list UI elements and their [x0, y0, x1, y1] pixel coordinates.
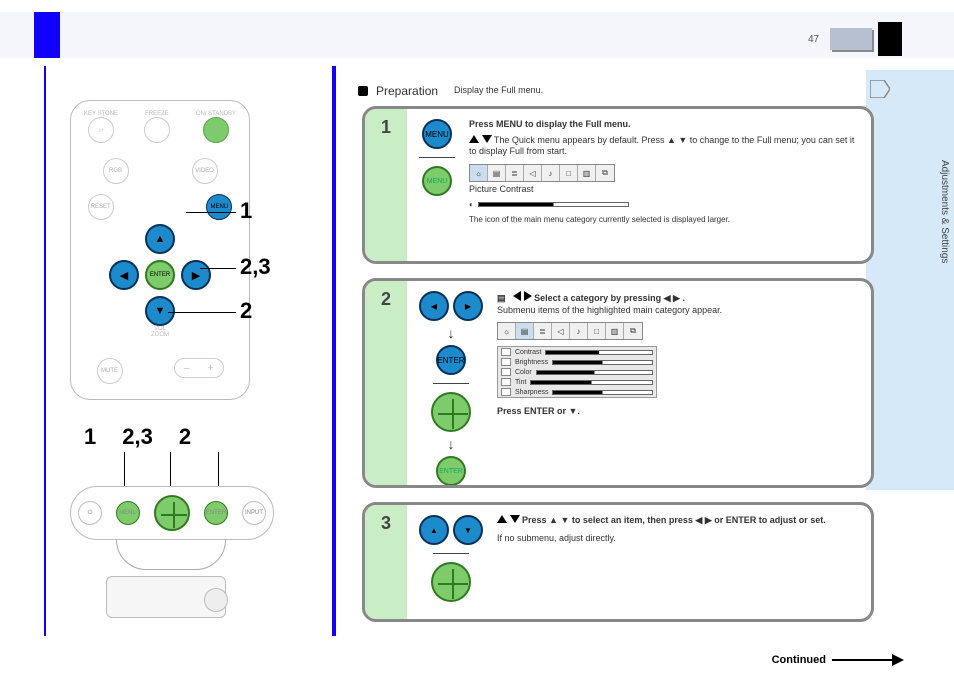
standby-button[interactable]: ⏻: [203, 117, 229, 143]
panel-callouts: 1 2,3 2: [84, 424, 191, 450]
page-black-tab: [878, 22, 902, 56]
rgb-button[interactable]: RGB: [103, 158, 129, 184]
joy-icon-green: [431, 392, 471, 432]
leader-1: [186, 212, 236, 213]
step-2-submenu: Contrast Brightness Color Tint Sharpness: [497, 346, 657, 398]
page-badge: [830, 28, 872, 50]
control-panel: ⏻ MENU ENTER INPUT: [70, 486, 274, 540]
left-arrow-icon: ◀: [419, 291, 449, 321]
step-3-buttons: ▲ ▼: [419, 515, 483, 602]
freeze-button[interactable]: [144, 117, 170, 143]
down-arrow-icon: ▼: [453, 515, 483, 545]
step-2-title-a: ▤ Select a category by pressing ◀ ▶ .: [497, 291, 859, 305]
remote-control: KEY STONE▱ FREEZE ON/ STANDBY⏻ RGB VIDEO…: [70, 100, 250, 400]
step-2-menu-strip: ☼▤≣◁♪□▥⧉: [497, 322, 643, 340]
continued-arrow-icon: [832, 659, 902, 661]
panel-joy[interactable]: [154, 495, 190, 531]
square-bullet-icon: [358, 86, 368, 96]
step-3-num: 3: [381, 513, 391, 534]
reset-button[interactable]: RESET: [88, 194, 114, 220]
step-1-buttons: MENU MENU: [419, 119, 455, 196]
enter-icon-green: ENTER: [436, 456, 466, 486]
panel-menu[interactable]: MENU: [116, 501, 140, 525]
dpad-down[interactable]: ▼: [145, 296, 175, 326]
keystone-button[interactable]: ▱: [88, 117, 114, 143]
panel-callout-23: 2,3: [122, 424, 153, 450]
leader-3: [168, 312, 236, 313]
preparation-text: Display the Full menu.: [454, 85, 543, 97]
panel-power[interactable]: ⏻: [78, 501, 102, 525]
zoom-plus[interactable]: +: [199, 363, 223, 374]
mute-button[interactable]: MUTE: [97, 358, 123, 384]
right-arrow-icon: ▶: [453, 291, 483, 321]
zoom-pill: – +: [174, 358, 224, 378]
zoom-label: ZOOM: [71, 332, 249, 338]
step-2-card: 2 ◀ ▶ ↓ ENTER ↓ ENTER ▤ Select a categor: [362, 278, 874, 488]
step-1-menu-strip: ☼▤≣◁♪□▥⧉: [469, 164, 615, 182]
step-1-note-b: The Quick menu appears by default. Press…: [469, 135, 859, 158]
projector-illustration: [96, 566, 236, 622]
divider-inner: [332, 66, 336, 636]
arrow-down-icon-2: ↓: [448, 436, 455, 452]
dpad-up[interactable]: ▲: [145, 224, 175, 254]
leader-2: [200, 268, 236, 269]
continued-footer: Continued: [772, 654, 902, 666]
dpad-enter[interactable]: ENTER: [145, 260, 175, 290]
menu-icon-green: MENU: [422, 166, 452, 196]
step-2-title-c: Press ENTER or ▼.: [497, 406, 859, 418]
step-1-title: Press MENU to display the Full menu.: [469, 119, 859, 131]
step-1-num: 1: [381, 117, 391, 138]
side-tab-panel: [866, 70, 954, 490]
step-2-title-b: Submenu items of the highlighted main ca…: [497, 305, 859, 317]
step-1-slider: [478, 202, 629, 207]
page-number: 47: [808, 34, 819, 45]
panel-input[interactable]: INPUT: [242, 501, 266, 525]
callout-1: 1: [240, 198, 252, 224]
continued-label: Continued: [772, 654, 826, 666]
dpad-right[interactable]: ▶: [181, 260, 211, 290]
enter-icon-blue: ENTER: [436, 345, 466, 375]
step-2-num: 2: [381, 289, 391, 310]
arrow-down-icon-1: ↓: [448, 325, 455, 341]
menu-button-remote[interactable]: MENU: [206, 194, 232, 220]
step-1-menu-hint: Picture Contrast: [469, 184, 859, 196]
preparation-label: Preparation: [376, 84, 438, 98]
step-1-note-a: The icon of the main menu category curre…: [469, 215, 859, 225]
divider-outer: [44, 66, 46, 636]
step-3-title-a: Press ▲ ▼ to select an item, then press …: [497, 515, 859, 527]
menu-icon-blue: MENU: [422, 119, 452, 149]
video-button[interactable]: VIDEO: [192, 158, 218, 184]
side-tab-label: Adjustments & Settings: [939, 160, 950, 263]
panel-callout-1: 1: [84, 424, 96, 450]
panel-callout-2: 2: [179, 424, 191, 450]
dpad: ▲ ▼ ◀ ▶ ENTER: [115, 230, 205, 320]
continued-top-icon: [870, 80, 890, 98]
step-3-title-b: If no submenu, adjust directly.: [497, 533, 859, 545]
zoom-minus[interactable]: –: [175, 363, 199, 374]
step-3-card: 3 ▲ ▼ Press ▲ ▼ to select an item, then …: [362, 502, 874, 622]
step-1-card: 1 MENU MENU Press MENU to display the Fu…: [362, 106, 874, 264]
header-accent: [34, 12, 60, 58]
panel-enter[interactable]: ENTER: [204, 501, 228, 525]
step-2-buttons: ◀ ▶ ↓ ENTER ↓ ENTER: [419, 291, 483, 486]
callout-23: 2,3: [240, 254, 271, 280]
dpad-left[interactable]: ◀: [109, 260, 139, 290]
preparation-row: Preparation Display the Full menu.: [358, 84, 543, 98]
up-arrow-icon: ▲: [419, 515, 449, 545]
callout-2: 2: [240, 298, 252, 324]
joy-icon-green-2: [431, 562, 471, 602]
